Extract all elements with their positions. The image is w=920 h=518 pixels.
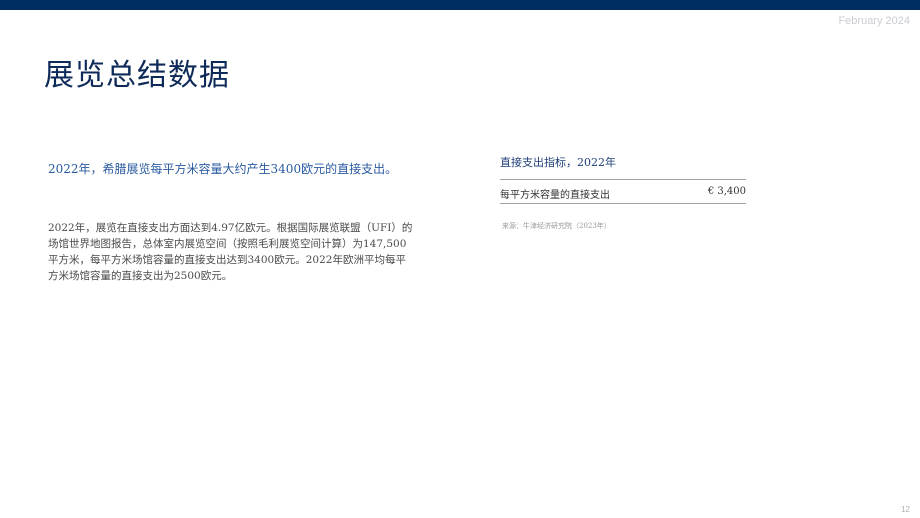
table-row: 每平方米容量的直接支出 € 3,400 xyxy=(500,186,746,204)
body-line: 方米场馆容量的直接支出为2500欧元。 xyxy=(48,270,233,282)
top-banner xyxy=(0,0,920,10)
report-date: February 2024 xyxy=(838,15,910,27)
body-line: 场馆世界地图报告，总体室内展览空间（按照毛利展览空间计算）为147,500 xyxy=(48,238,407,250)
page-number: 12 xyxy=(901,505,910,514)
table-title: 直接支出指标，2022年 xyxy=(500,156,616,169)
body-paragraph: 2022年，展览在直接支出方面达到4.97亿欧元。根据国际展览联盟（UFI）的 … xyxy=(48,220,418,284)
page-title: 展览总结数据 xyxy=(44,58,230,93)
row-value: € 3,400 xyxy=(707,186,746,197)
source-note: 来源：牛津经济研究院（2023年） xyxy=(502,222,611,230)
lead-statement: 2022年，希腊展览每平方米容量大约产生3400欧元的直接支出。 xyxy=(48,162,398,176)
table-top-rule xyxy=(500,179,746,180)
table-bottom-rule xyxy=(500,203,746,204)
body-line: 2022年，展览在直接支出方面达到4.97亿欧元。根据国际展览联盟（UFI）的 xyxy=(48,222,413,234)
row-label: 每平方米容量的直接支出 xyxy=(500,190,610,201)
body-line: 平方米，每平方米场馆容量的直接支出达到3400欧元。2022年欧洲平均每平 xyxy=(48,254,406,266)
